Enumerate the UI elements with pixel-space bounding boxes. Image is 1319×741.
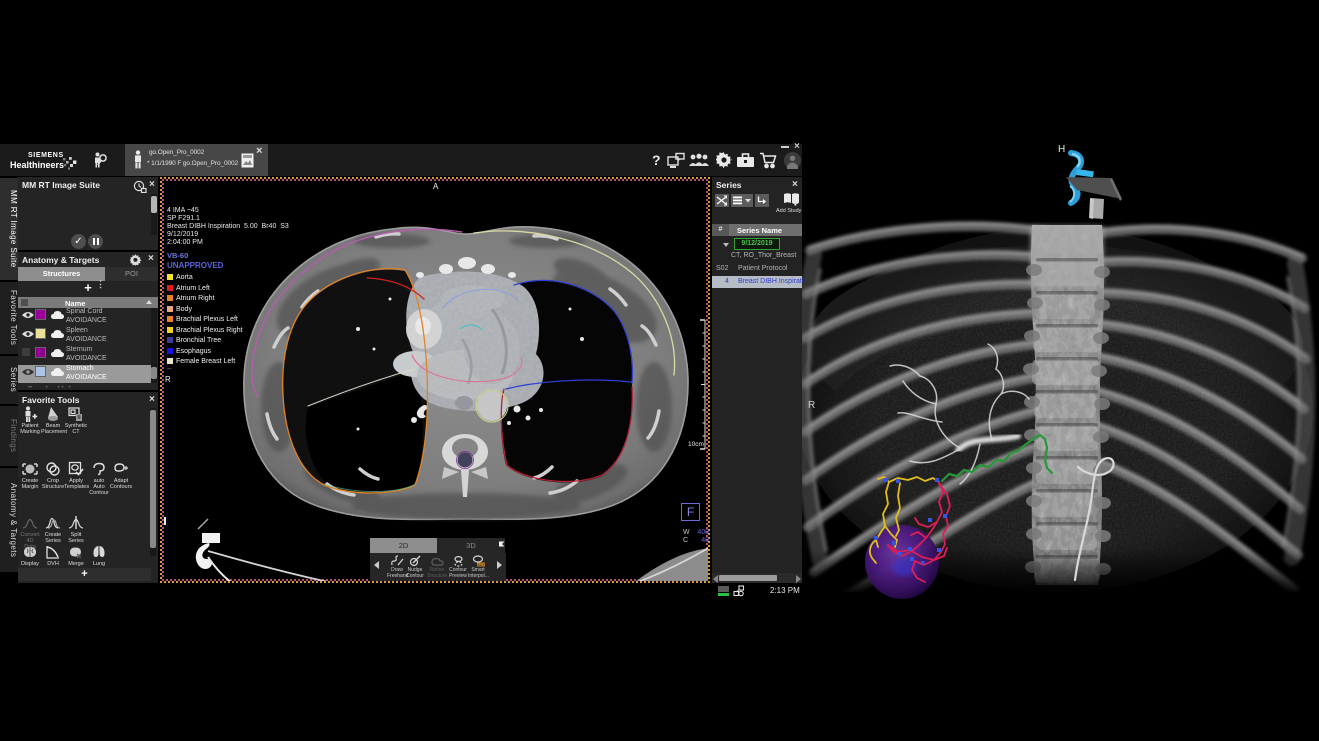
svg-text:R: R — [808, 400, 815, 411]
svg-text:H: H — [1058, 144, 1065, 155]
